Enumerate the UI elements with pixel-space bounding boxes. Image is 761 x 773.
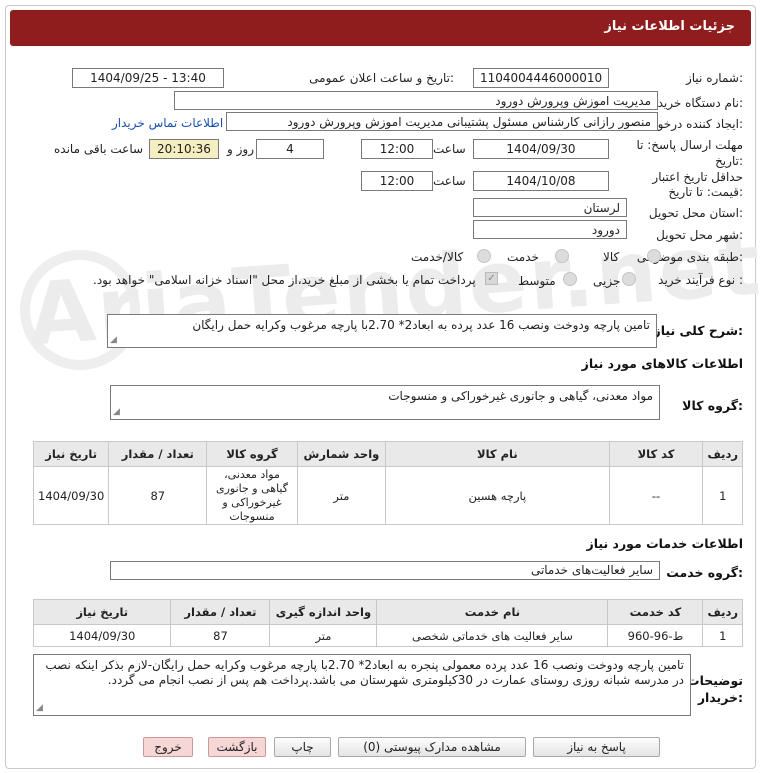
requester-field: منصور رازانی کارشناس مسئول پشتیبانی مدیر… (226, 112, 658, 131)
deadline-date-field: 1404/09/30 (473, 139, 609, 159)
need-number-field: 1104004446000010 (473, 68, 609, 88)
goods-section-title: اطلاعات کالاهای مورد نیاز (581, 356, 743, 371)
province-label: استان محل تحویل: (648, 206, 743, 220)
buyer-notes-label-line1: توضیحات (687, 673, 743, 688)
remaining-word: ساعت باقی مانده (54, 142, 144, 156)
services-group-label: گروه خدمت: (666, 565, 743, 580)
summary-text: تامین پارچه ودوخت ونصب 16 عدد پرده به اب… (192, 318, 650, 332)
cell-unit: متر (269, 624, 378, 647)
category-radio-goods-service[interactable] (477, 249, 491, 263)
cell-row: 1 (702, 624, 743, 647)
category-radio-service[interactable] (555, 249, 569, 263)
col-header: کد کالا (608, 441, 704, 467)
col-header: تعداد / مقدار (108, 441, 208, 467)
buyer-notes-label-line2: خریدار: (697, 690, 743, 705)
resize-grip-icon: ◢ (110, 335, 117, 345)
cell-group: مواد معدنی، گیاهی و جانوری غیرخوراکی و م… (206, 466, 298, 525)
col-header: نام کالا (385, 441, 610, 467)
validity-label-line2: قیمت: تا تاریخ: (668, 185, 743, 199)
summary-textarea[interactable]: تامین پارچه ودوخت ونصب 16 عدد پرده به اب… (107, 314, 657, 348)
deadline-time-field: 12:00 (361, 139, 433, 159)
resize-grip-icon: ◢ (113, 407, 120, 417)
cell-unit: متر (296, 466, 387, 525)
cell-row: 1 (702, 466, 743, 525)
goods-group-label: گروه کالا: (682, 398, 743, 413)
goods-group-textarea[interactable]: مواد معدنی، گیاهی و جانوری غیرخوراکی و م… (110, 385, 660, 420)
process-radio-minor[interactable] (622, 272, 636, 286)
buyer-org-label: نام دستگاه خریدار: (648, 96, 744, 110)
category-option-goods-service: کالا/خدمت (411, 250, 464, 264)
resize-grip-icon: ◢ (36, 703, 43, 713)
deadline-time-word: ساعت (433, 142, 466, 156)
buyer-notes-textarea[interactable]: تامین پارچه ودوخت ونصب 16 عدد پرده معمول… (33, 654, 691, 716)
exit-button[interactable]: خروج (143, 737, 193, 757)
summary-label: شرح کلی نیاز: (653, 323, 744, 338)
cell-date: 1404/09/30 (32, 466, 110, 525)
col-header: واحد اندازه گیری (269, 599, 378, 625)
services-section-title: اطلاعات خدمات مورد نیاز (586, 536, 744, 551)
col-header: تعداد / مقدار (170, 599, 271, 625)
category-option-service: خدمت (507, 250, 539, 264)
col-header: ردیف (702, 599, 743, 625)
cell-qty: 87 (170, 624, 271, 647)
announce-label: تاریخ و ساعت اعلان عمومی: (309, 71, 454, 85)
view-attachments-button[interactable]: مشاهده مدارک پیوستی (0) (338, 737, 526, 757)
buyer-contact-link[interactable]: اطلاعات تماس خریدار (112, 116, 223, 130)
col-header: تاریخ نیاز (32, 599, 172, 625)
validity-time-field: 12:00 (361, 171, 433, 191)
validity-label-line1: حداقل تاریخ اعتبار (652, 170, 743, 184)
back-button[interactable]: بازگشت (208, 737, 266, 757)
col-header: کد خدمت (607, 599, 704, 625)
deadline-label-line1: مهلت ارسال پاسخ: تا (636, 138, 743, 152)
reply-button[interactable]: پاسخ به نیاز (533, 737, 660, 757)
days-word: روز و (227, 142, 254, 156)
cell-qty: 87 (108, 466, 208, 525)
col-header: ردیف (702, 441, 743, 467)
province-field: لرستان (473, 198, 627, 217)
goods-table-header: ردیف کد کالا نام کالا واحد شمارش گروه کا… (32, 441, 743, 467)
table-row[interactable]: 1 ط-96-960 سایر فعالیت های خدماتی شخصی م… (32, 624, 743, 647)
process-radio-medium[interactable] (563, 272, 577, 286)
process-label: نوع فرآیند خرید : (658, 273, 743, 287)
buyer-notes-text: تامین پارچه ودوخت ونصب 16 عدد پرده معمول… (45, 658, 684, 687)
cell-name: سایر فعالیت های خدماتی شخصی (376, 624, 609, 647)
need-number-label: شماره نیاز: (685, 71, 743, 85)
print-button[interactable]: چاپ (274, 737, 331, 757)
title-bar: جزئیات اطلاعات نیاز (10, 10, 751, 46)
remaining-time-field: 20:10:36 (149, 139, 219, 159)
services-group-text: سایر فعالیت‌های خدماتی (530, 563, 653, 577)
process-option-minor: جزیی (593, 274, 621, 288)
goods-group-text: مواد معدنی، گیاهی و جانوری غیرخوراکی و م… (388, 389, 653, 403)
buyer-org-field: مدیریت اموزش وپرورش دورود (174, 91, 658, 110)
cell-code: -- (608, 466, 704, 525)
city-field: دورود (473, 220, 627, 239)
cell-code: ط-96-960 (607, 624, 704, 647)
validity-date-field: 1404/10/08 (473, 171, 609, 191)
services-group-field: سایر فعالیت‌های خدماتی (110, 561, 660, 580)
treasury-note: پرداخت تمام یا بخشی از مبلغ خرید،از محل … (93, 273, 476, 287)
col-header: واحد شمارش (296, 441, 387, 467)
category-option-goods: کالا (603, 250, 620, 264)
cell-name: پارچه هسین (385, 466, 610, 525)
services-table-header: ردیف کد خدمت نام خدمت واحد اندازه گیری ت… (32, 599, 743, 625)
goods-table: ردیف کد کالا نام کالا واحد شمارش گروه کا… (32, 441, 743, 525)
days-remaining-field: 4 (256, 139, 324, 159)
col-header: نام خدمت (376, 599, 609, 625)
cell-date: 1404/09/30 (32, 624, 172, 647)
deadline-label-line2: تاریخ: (715, 154, 743, 168)
table-row[interactable]: 1 -- پارچه هسین متر مواد معدنی، گیاهی و … (32, 466, 743, 525)
col-header: تاریخ نیاز (32, 441, 110, 467)
announce-field: 1404/09/25 - 13:40 (72, 68, 224, 88)
services-table: ردیف کد خدمت نام خدمت واحد اندازه گیری ت… (32, 599, 743, 647)
col-header: گروه کالا (206, 441, 298, 467)
treasury-checkbox[interactable]: ✓ (485, 272, 498, 285)
category-radio-goods[interactable] (647, 249, 661, 263)
process-option-medium: متوسط (518, 274, 556, 288)
page-title: جزئیات اطلاعات نیاز (604, 19, 735, 34)
city-label: شهر محل تحویل: (656, 228, 743, 242)
validity-time-word: ساعت (433, 174, 466, 188)
